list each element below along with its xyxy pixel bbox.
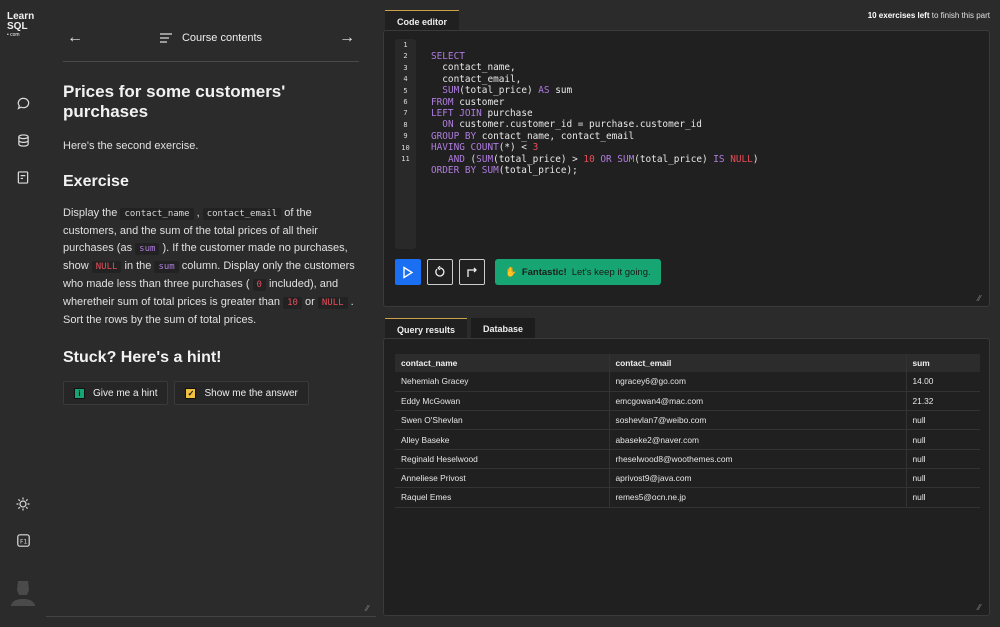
- line-number: 8: [403, 120, 408, 129]
- play-icon: [403, 265, 414, 279]
- forward-icon: [467, 267, 477, 277]
- lesson-content: Prices for some customers' purchases Her…: [63, 82, 359, 405]
- table-cell: null: [905, 449, 980, 469]
- table-cell: null: [905, 410, 980, 431]
- table-row: Eddy McGowan emcgowan4@mac.com 21.32: [395, 391, 980, 412]
- show-answer-label: Show me the answer: [204, 387, 298, 399]
- line-number: 1: [403, 41, 408, 49]
- table-cell: null: [905, 468, 980, 489]
- give-hint-button[interactable]: i Give me a hint: [63, 381, 169, 405]
- give-hint-label: Give me a hint: [93, 387, 158, 399]
- table-cell: aprivost9@java.com: [608, 468, 906, 489]
- table-cell: Raquel Emes: [395, 487, 609, 508]
- lesson-nav: ← Course contents →: [63, 14, 359, 62]
- shortcuts-icon[interactable]: F1: [14, 531, 32, 549]
- table-cell: Eddy McGowan: [395, 391, 609, 412]
- info-icon: i: [74, 387, 85, 399]
- previous-arrow-icon[interactable]: ←: [63, 29, 87, 47]
- table-row: Reginald Heselwood rheselwood8@woothemes.…: [395, 449, 980, 469]
- tab-code-editor[interactable]: Code editor: [385, 10, 460, 32]
- show-answer-button[interactable]: ✓ Show me the answer: [174, 381, 309, 405]
- table-cell: null: [905, 487, 980, 508]
- line-number: 10: [401, 143, 410, 152]
- table-cell: Anneliese Privost: [395, 468, 609, 489]
- chat-icon[interactable]: [14, 94, 32, 112]
- next-exercise-button[interactable]: [459, 259, 485, 285]
- user-avatar[interactable]: [10, 578, 36, 608]
- svg-text:F1: F1: [20, 538, 27, 545]
- table-row: Nehemiah Gracey ngracey6@go.com 14.00: [395, 372, 980, 392]
- table-cell: Reginald Heselwood: [395, 449, 609, 469]
- table-header: contact_name contact_email sum: [395, 354, 980, 372]
- table-cell: Alley Baseke: [395, 429, 609, 450]
- tab-query-results[interactable]: Query results: [385, 318, 468, 340]
- lesson-panel: ← Course contents → Prices for some cust…: [46, 0, 376, 617]
- tab-database[interactable]: Database: [471, 318, 536, 340]
- table-cell: 21.32: [905, 391, 980, 412]
- toast-text: Let's keep it going.: [571, 266, 651, 278]
- course-contents-button[interactable]: Course contents: [159, 31, 263, 44]
- hint-buttons: i Give me a hint ✓ Show me the answer: [63, 381, 359, 405]
- query-results-panel: contact_name contact_email sum Nehemiah …: [383, 338, 990, 616]
- learnsql-logo[interactable]: Learn SQL • com: [7, 12, 34, 39]
- line-number: 11: [401, 154, 410, 163]
- line-number: 2: [403, 52, 408, 61]
- course-contents-label: Course contents: [181, 31, 263, 44]
- toast-bold: Fantastic!: [521, 266, 567, 278]
- run-button[interactable]: [395, 259, 421, 285]
- left-rail: Learn SQL • com F1: [0, 0, 46, 627]
- sql-code-input[interactable]: SELECT contact_name, contact_email, SUM(…: [431, 40, 758, 198]
- line-number: 3: [403, 63, 408, 72]
- table-cell: emcgowan4@mac.com: [608, 391, 906, 412]
- lesson-title: Prices for some customers' purchases: [63, 82, 286, 121]
- logo-line2: SQL: [7, 21, 28, 32]
- reset-button[interactable]: [427, 259, 453, 285]
- column-header: sum: [905, 354, 980, 372]
- table-cell: null: [905, 429, 980, 450]
- theme-icon[interactable]: [14, 495, 32, 513]
- checkmark-icon: ✓: [185, 387, 197, 399]
- success-toast: ✋ Fantastic! Let's keep it going.: [495, 259, 661, 285]
- table-row: Raquel Emes remes5@ocn.ne.jp null: [395, 487, 980, 508]
- next-arrow-icon[interactable]: →: [335, 29, 359, 47]
- table-row: Anneliese Privost aprivost9@java.com null: [395, 468, 980, 489]
- results-table: contact_name contact_email sum Nehemiah …: [395, 354, 980, 508]
- list-icon: [159, 32, 172, 43]
- table-cell: 14.00: [905, 372, 980, 392]
- database-icon[interactable]: [14, 131, 32, 149]
- resize-handle-icon[interactable]: ⁄⁄: [978, 295, 986, 303]
- table-cell: Nehemiah Gracey: [395, 372, 609, 392]
- code-editor-panel: 1 2 3 4 5 6 7 8 9 10 11 SELECT contact_name, conta…: [383, 30, 990, 307]
- line-number: 4: [403, 75, 408, 84]
- exercises-left-status: 10 exercises left to finish this part: [867, 11, 990, 20]
- workspace: Code editor 10 exercises left to finish …: [383, 0, 1000, 627]
- line-number: 5: [403, 86, 408, 95]
- lesson-intro: Here's the second exercise.: [63, 140, 199, 152]
- reset-icon: [435, 266, 445, 277]
- resize-handle-icon[interactable]: ⁄⁄: [366, 605, 374, 613]
- hint-heading: Stuck? Here's a hint!: [63, 349, 222, 366]
- table-cell: remes5@ocn.ne.jp: [608, 487, 906, 508]
- exercise-instructions: Display the contact_name , contact_email…: [63, 207, 355, 326]
- logo-line3: • com: [7, 32, 20, 38]
- column-header: contact_email: [608, 354, 906, 372]
- table-cell: Swen O'Shevlan: [395, 410, 609, 431]
- clap-icon: ✋: [505, 266, 517, 278]
- line-number: 6: [403, 97, 408, 106]
- table-cell: ngracey6@go.com: [608, 372, 906, 392]
- resize-handle-icon[interactable]: ⁄⁄: [978, 604, 986, 612]
- exercise-heading: Exercise: [63, 173, 129, 190]
- table-cell: rheselwood8@woothemes.com: [608, 449, 906, 469]
- table-row: Swen O'Shevlan soshevlan7@weibo.com null: [395, 410, 980, 431]
- table-cell: abaseke2@naver.com: [608, 429, 906, 450]
- line-number: 7: [403, 109, 408, 118]
- editor-actions: ✋ Fantastic! Let's keep it going.: [395, 259, 661, 285]
- table-row: Alley Baseke abaseke2@naver.com null: [395, 429, 980, 450]
- table-cell: soshevlan7@weibo.com: [608, 410, 906, 431]
- column-header: contact_name: [395, 354, 609, 372]
- line-numbers: 1 2 3 4 5 6 7 8 9 10 11: [395, 39, 416, 249]
- notes-icon[interactable]: [14, 168, 32, 186]
- line-number: 9: [403, 132, 408, 141]
